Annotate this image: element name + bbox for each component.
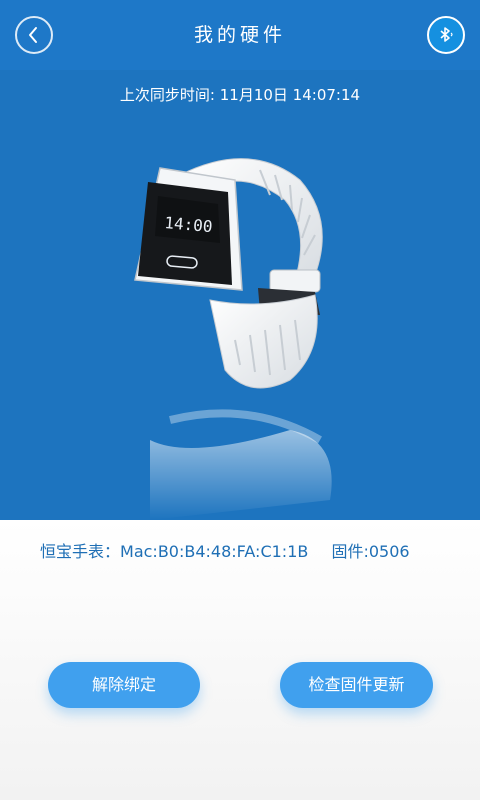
bluetooth-button[interactable] xyxy=(427,16,465,54)
device-firmware: 固件:0506 xyxy=(331,542,410,561)
bluetooth-icon xyxy=(440,27,453,42)
device-details: 恒宝手表：Mac:B0:B4:48:FA:C1:1B 固件:0506 xyxy=(40,538,410,562)
device-info-panel: 恒宝手表：Mac:B0:B4:48:FA:C1:1B 固件:0506 解除绑定 … xyxy=(0,520,480,800)
device-hero: 上次同步时间: 11月10日 14:07:14 14:00 xyxy=(0,70,480,520)
last-sync-time: 上次同步时间: 11月10日 14:07:14 xyxy=(119,86,361,104)
check-firmware-update-button[interactable]: 检查固件更新 xyxy=(280,662,433,708)
device-name: 恒宝手表： xyxy=(40,542,121,561)
header-bar: 我的硬件 xyxy=(0,0,480,70)
page-title: 我的硬件 xyxy=(193,24,286,46)
device-mac: Mac:B0:B4:48:FA:C1:1B xyxy=(120,542,309,561)
unbind-button[interactable]: 解除绑定 xyxy=(48,662,200,708)
watch-image: 14:00 xyxy=(134,158,332,520)
